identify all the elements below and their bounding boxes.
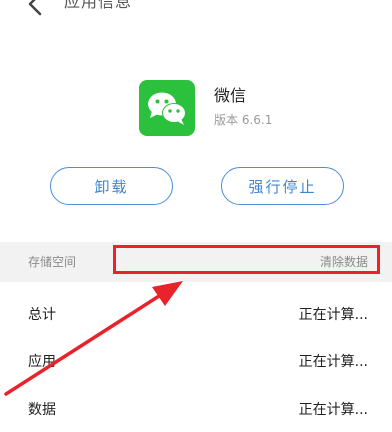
storage-row-label: 数据 <box>28 402 56 418</box>
storage-row-value: 正在计算... <box>298 354 368 370</box>
storage-row-total: 总计 正在计算... <box>0 303 392 327</box>
wechat-logo-icon <box>148 92 186 125</box>
storage-row-value: 正在计算... <box>298 402 368 418</box>
top-bar: 应用信息 <box>0 0 392 22</box>
app-info-screen: 应用信息 微信 版本 6.6.1 卸载 强行停止 存储空间 清除数据 总计 正在… <box>0 0 392 432</box>
storage-row-app: 应用 正在计算... <box>0 350 392 374</box>
storage-row-data: 数据 正在计算... <box>0 398 392 422</box>
wechat-app-icon <box>139 80 195 136</box>
storage-row-label: 总计 <box>28 307 56 323</box>
back-arrow-icon[interactable] <box>22 0 50 18</box>
page-title: 应用信息 <box>64 0 133 11</box>
storage-row-value: 正在计算... <box>298 307 368 323</box>
app-version: 版本 6.6.1 <box>214 113 273 127</box>
annotation-highlight-box <box>113 245 380 274</box>
storage-row-label: 应用 <box>28 354 56 370</box>
force-stop-button[interactable]: 强行停止 <box>221 167 344 205</box>
app-name: 微信 <box>214 86 247 105</box>
uninstall-button[interactable]: 卸载 <box>50 167 173 205</box>
storage-section-label: 存储空间 <box>28 255 77 269</box>
